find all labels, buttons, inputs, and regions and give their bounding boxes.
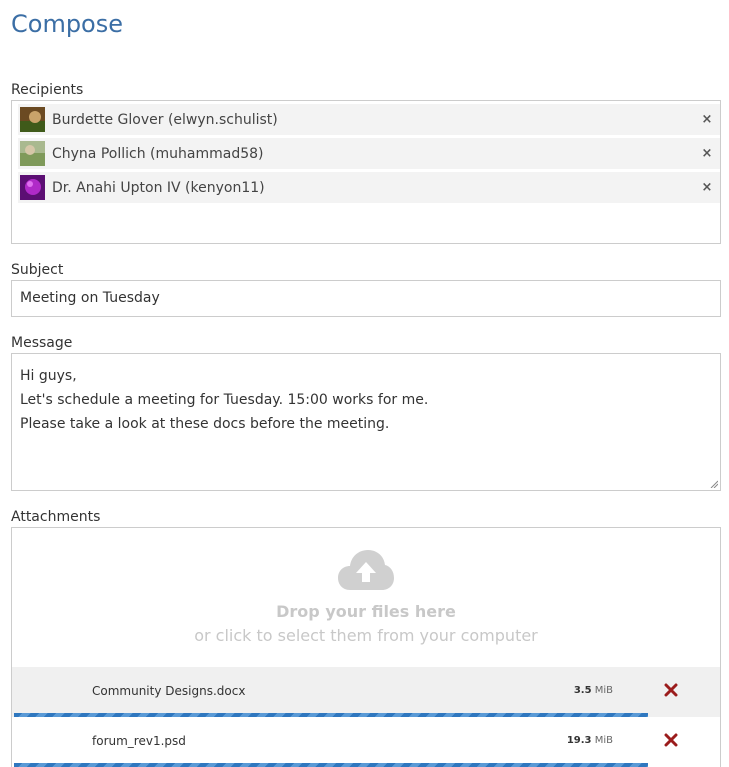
message-line: Let's schedule a meeting for Tuesday. 15… [20, 392, 429, 408]
remove-attachment-icon[interactable] [664, 733, 678, 747]
subject-label: Subject [11, 262, 64, 278]
message-line: Hi guys, [20, 368, 77, 384]
resize-handle-icon[interactable] [710, 480, 718, 488]
recipient-chip: Dr. Anahi Upton IV (kenyon11) × [18, 172, 720, 203]
attachments-dropzone[interactable]: Drop your files here or click to select … [11, 527, 721, 767]
remove-attachment-icon[interactable] [664, 683, 678, 697]
recipients-field[interactable]: Burdette Glover (elwyn.schulist) × Chyna… [11, 100, 721, 244]
recipient-name: Burdette Glover (elwyn.schulist) [52, 111, 278, 128]
attachment-name: Community Designs.docx [92, 684, 246, 698]
message-textarea[interactable]: Hi guys, Let's schedule a meeting for Tu… [11, 353, 721, 491]
attachments-label: Attachments [11, 509, 101, 525]
page-title: Compose [11, 10, 124, 38]
attachment-size: 3.5 MiB [573, 685, 613, 696]
recipient-name: Chyna Pollich (muhammad58) [52, 145, 264, 162]
dropzone-title: Drop your files here [276, 602, 456, 621]
recipient-name: Dr. Anahi Upton IV (kenyon11) [52, 179, 265, 196]
subject-input[interactable]: Meeting on Tuesday [11, 280, 721, 317]
dropzone-subtitle: or click to select them from your comput… [194, 626, 538, 645]
message-line: Please take a look at these docs before … [20, 416, 390, 432]
upload-progress-bar [14, 763, 648, 767]
avatar [20, 141, 45, 166]
attachment-name: forum_rev1.psd [92, 734, 186, 748]
remove-recipient-button[interactable]: × [697, 180, 717, 195]
recipient-chip: Chyna Pollich (muhammad58) × [18, 138, 720, 169]
avatar [20, 175, 45, 200]
message-label: Message [11, 335, 73, 351]
avatar [20, 107, 45, 132]
attachment-row: Community Designs.docx 3.5 MiB [12, 667, 720, 717]
cloud-upload-icon [338, 550, 394, 590]
attachment-size: 19.3 MiB [566, 735, 613, 746]
recipient-chip: Burdette Glover (elwyn.schulist) × [18, 104, 720, 135]
remove-recipient-button[interactable]: × [697, 112, 717, 127]
recipients-label: Recipients [11, 82, 84, 98]
remove-recipient-button[interactable]: × [697, 146, 717, 161]
attachment-row: forum_rev1.psd 19.3 MiB [12, 717, 720, 767]
